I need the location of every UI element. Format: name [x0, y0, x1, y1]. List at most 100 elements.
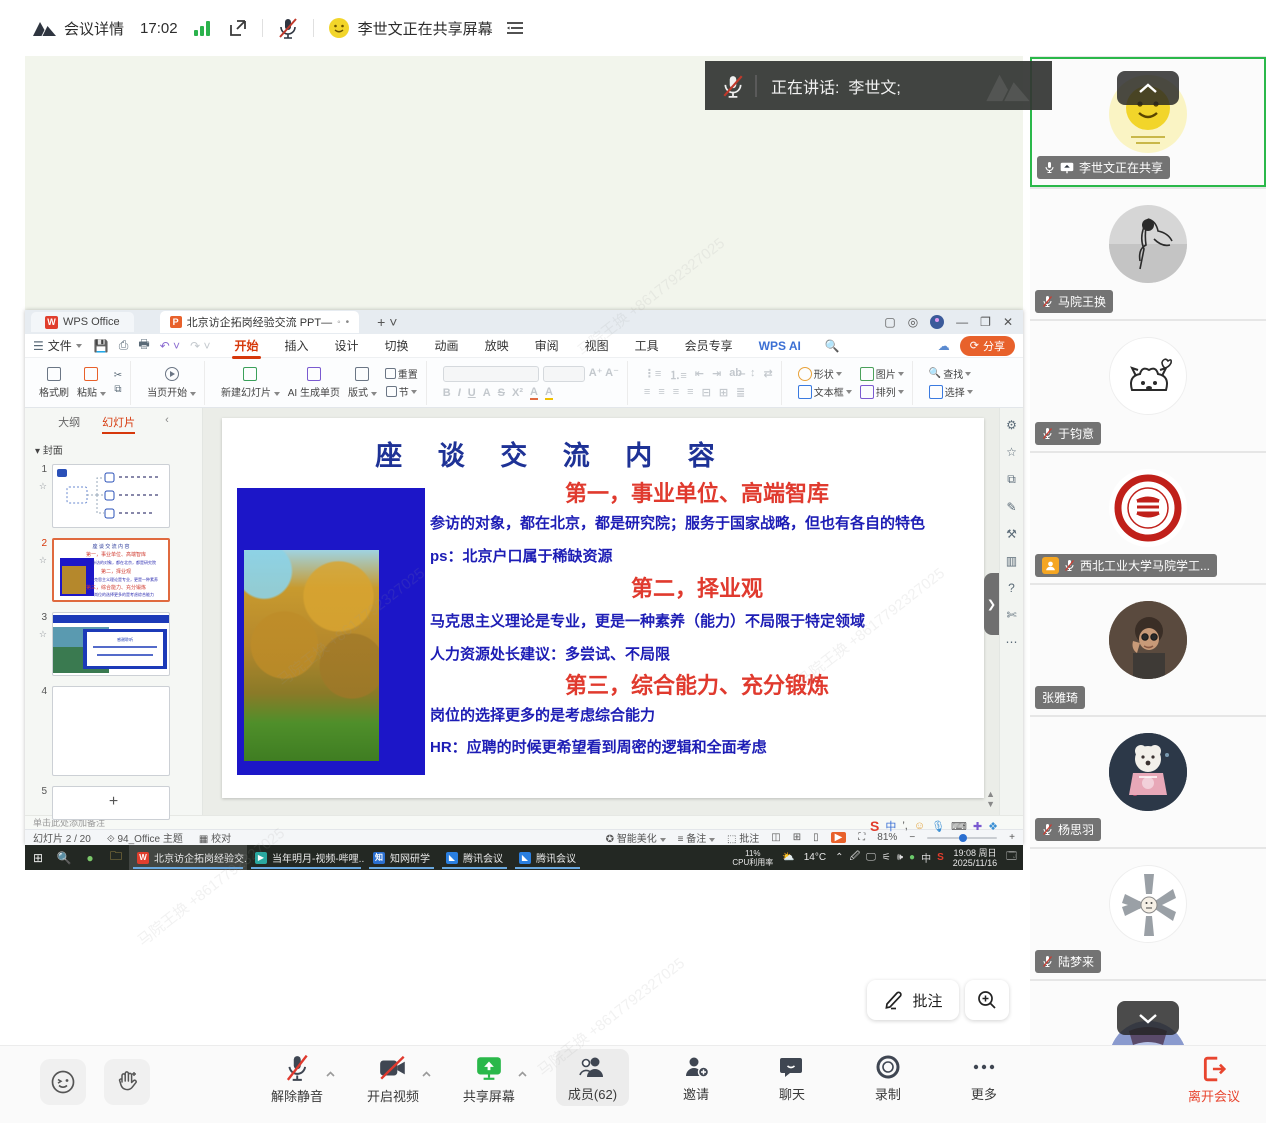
ime-mode[interactable]: 中 — [885, 818, 896, 834]
slide-thumbnail-3[interactable]: 感谢聆听 — [52, 612, 170, 676]
annotation-button[interactable]: ⬚ 批注 — [727, 830, 759, 845]
ribbon-tab-home[interactable]: 开始 — [232, 334, 260, 357]
current-slide-canvas[interactable]: 座 谈 交 流 内 容 第一，事业单位、高端智库 参访的对象，都在北京，都是研究… — [222, 418, 984, 798]
participant-tile-sharer[interactable]: 李世文正在共享 — [1030, 57, 1266, 187]
output-icon[interactable]: ⎙ — [119, 338, 129, 353]
slide-page-nav[interactable]: ▲▼ — [986, 789, 995, 809]
meeting-details-link[interactable]: 会议详情 — [64, 18, 124, 39]
wps-home-tab[interactable]: W WPS Office — [31, 312, 134, 332]
wps-restore-button[interactable]: ❐ — [980, 315, 991, 329]
wps-skin-icon[interactable]: ◎ — [908, 315, 918, 329]
annotate-button[interactable]: 批注 — [867, 980, 959, 1020]
view-reading-icon[interactable]: ▯ — [813, 832, 819, 843]
ime-indicator[interactable]: 中 — [921, 850, 931, 865]
edit-note-icon[interactable]: ✎ — [1006, 500, 1016, 514]
task-meeting-1[interactable]: ◣腾讯会议 — [438, 845, 511, 870]
voice-input-icon[interactable]: 🎙 — [931, 820, 945, 833]
ribbon-tab-design[interactable]: 设计 — [333, 334, 361, 357]
tools-icon[interactable]: ⚒ — [1006, 527, 1017, 541]
clip-icon[interactable]: ✄ — [1006, 608, 1016, 622]
toolbox-icon[interactable]: ✚ — [973, 820, 982, 833]
taskbar-clock[interactable]: 19:08 周日2025/11/16 — [953, 848, 997, 868]
theme-name[interactable]: ⟐ 94_Office 主题 — [107, 830, 183, 845]
temperature[interactable]: 14°C — [804, 852, 826, 863]
reference-book-icon[interactable]: ▥ — [1006, 554, 1017, 568]
system-tray[interactable]: ⌃ 🖉 🖵 ⚟ 🕪 ● 中 S — [835, 849, 944, 866]
format-painter-button[interactable]: 格式刷 — [39, 367, 69, 399]
ribbon-search-icon[interactable]: 🔍 — [825, 339, 840, 353]
proofing[interactable]: ▦ 校对 — [199, 830, 231, 845]
video-options-expander[interactable] — [422, 1064, 431, 1082]
raise-hand-button[interactable] — [104, 1059, 150, 1105]
record-button[interactable]: 录制 — [859, 1054, 917, 1106]
magnify-button[interactable] — [965, 980, 1009, 1020]
picture-button[interactable]: 图片 — [860, 366, 904, 381]
task-wps[interactable]: W北京访企拓岗经验交... — [129, 845, 247, 870]
switch-view-icon[interactable] — [505, 20, 525, 36]
participant-tile[interactable]: 杨思羽 — [1030, 717, 1266, 847]
play-from-current-button[interactable]: 当页开始 — [147, 367, 196, 399]
mic-muted-status-icon[interactable] — [277, 17, 299, 39]
task-cnki[interactable]: 知知网研学 — [365, 845, 438, 870]
start-video-button[interactable]: 开启视频 — [364, 1054, 422, 1106]
wps-close-button[interactable]: ✕ — [1003, 315, 1013, 329]
sogou-icon[interactable]: S — [870, 818, 879, 834]
soft-keyboard-icon[interactable]: ⌨ — [951, 820, 967, 833]
outline-tab[interactable]: 大纲 — [58, 414, 80, 434]
wps-share-button[interactable]: ⟳分享 — [960, 336, 1015, 356]
find-button[interactable]: 🔍查找 — [929, 366, 973, 381]
slideshow-play-button[interactable]: ▶ — [831, 832, 847, 843]
reset-section-buttons[interactable]: 重置 节 — [385, 366, 418, 399]
pen-tray-icon[interactable]: 🖉 — [849, 849, 860, 866]
textbox-button[interactable]: 文本框 — [798, 384, 852, 399]
share-options-expander[interactable] — [518, 1064, 527, 1082]
collapse-strip-button[interactable] — [1117, 71, 1179, 105]
task-meeting-2[interactable]: ◣腾讯会议 — [511, 845, 584, 870]
task-video[interactable]: ▶当年明月-视频-哔哩... — [247, 845, 365, 870]
ai-generate-page-button[interactable]: AI 生成单页 — [288, 367, 340, 399]
ribbon-tab-animation[interactable]: 动画 — [433, 334, 461, 357]
emoji-picker-icon[interactable]: ☺ — [914, 820, 925, 832]
new-slide-button[interactable]: 新建幻灯片 — [221, 367, 280, 399]
new-tab-button[interactable]: + ˅ — [377, 314, 397, 330]
star-resource-icon[interactable]: ☆ — [1006, 445, 1017, 459]
participant-tile[interactable]: 陆梦来 — [1030, 849, 1266, 979]
section-label[interactable]: ▾ 封面 — [25, 438, 202, 459]
slide-thumb-row[interactable]: 1☆ — [25, 459, 202, 533]
ime-toolbar[interactable]: S 中 ’, ☺ 🎙 ⌨ ✚ ❖ — [870, 818, 998, 834]
wps-account-avatar[interactable] — [930, 315, 944, 329]
more-tools-icon[interactable]: ⋯ — [1006, 635, 1018, 649]
mic-options-expander[interactable] — [326, 1064, 335, 1082]
view-normal-icon[interactable]: ◫ — [771, 832, 780, 843]
arrange-button[interactable]: 排列 — [860, 384, 904, 399]
slide-thumb-row[interactable]: 4 — [25, 681, 202, 781]
select-button[interactable]: 选择 — [929, 384, 973, 399]
ribbon-tab-wps-ai[interactable]: WPS AI — [757, 336, 803, 356]
volume-tray-icon[interactable]: 🕪 — [897, 852, 903, 863]
slide-thumbnail-2-selected[interactable]: 座 谈 交 流 内 容第一，事业单位、高端智库参访的对象，都在北京，都是研究院第… — [52, 538, 170, 602]
slides-tab[interactable]: 幻灯片 — [102, 414, 135, 434]
ribbon-tab-review[interactable]: 审阅 — [533, 334, 561, 357]
pop-out-icon[interactable] — [228, 18, 248, 38]
redo-icon[interactable]: ↷ ˅ — [190, 339, 210, 353]
properties-icon[interactable]: ⚙ — [1006, 418, 1017, 432]
paste-button[interactable]: 粘贴 — [77, 367, 106, 399]
save-icon[interactable]: 💾 — [94, 339, 109, 353]
ribbon-tab-slideshow[interactable]: 放映 — [483, 334, 511, 357]
wps-document-tab[interactable]: P 北京访企拓岗经验交流 PPT— ◦ • — [160, 311, 360, 333]
participant-tile[interactable]: 张雅琦 — [1030, 585, 1266, 715]
slide-thumb-row[interactable]: 3☆ 感谢聆听 — [25, 607, 202, 681]
view-sorter-icon[interactable]: ⊞ — [793, 832, 801, 843]
wps-file-menu[interactable]: ☰文件 — [33, 337, 82, 354]
chat-button[interactable]: 聊天 — [763, 1054, 821, 1106]
sidebar-expander-handle[interactable]: ❯ — [984, 573, 999, 635]
cut-copy-buttons[interactable]: ✂⧉ — [114, 370, 122, 395]
layers-icon[interactable]: ⧉ — [1007, 472, 1016, 487]
help-icon[interactable]: ? — [1008, 581, 1015, 595]
file-explorer-icon[interactable]: 🗀 — [103, 847, 129, 868]
participant-tile[interactable]: 西北工业大学马院学工... — [1030, 453, 1266, 583]
wps-minimize-button[interactable]: — — [956, 315, 968, 329]
more-button[interactable]: 更多 — [955, 1054, 1013, 1106]
notification-center-icon[interactable]: 🗔 — [1006, 849, 1017, 866]
shapes-button[interactable]: 形状 — [798, 366, 852, 381]
